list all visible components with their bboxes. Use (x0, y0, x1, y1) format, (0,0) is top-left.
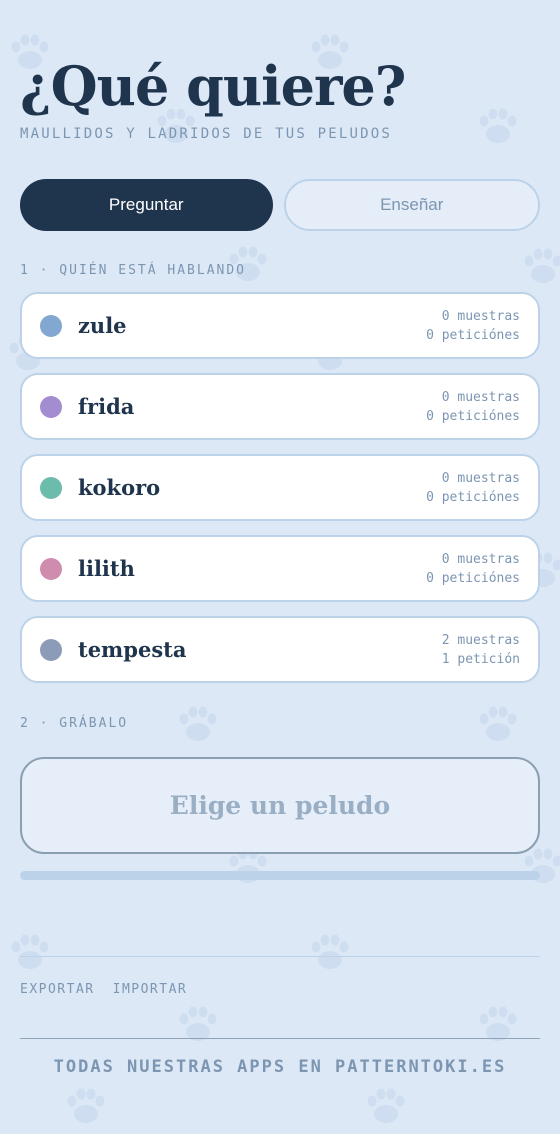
pet-list: zule 0 muestras 0 peticiónes frida 0 mue… (20, 292, 540, 683)
pet-name: zule (78, 313, 127, 338)
pet-requests: 0 peticiónes (426, 327, 520, 343)
pet-color-dot (40, 314, 62, 337)
page-subtitle: MAULLIDOS Y LADRIDOS DE TUS PELUDOS (20, 126, 393, 142)
pet-color-dot (40, 395, 62, 418)
section-label-who: 1 · QUIÉN ESTÁ HABLANDO (20, 263, 247, 278)
pet-stats: 0 muestras 0 peticiónes (426, 307, 520, 345)
pet-requests: 0 peticiónes (426, 489, 520, 505)
pet-stats: 0 muestras 0 peticiónes (426, 469, 520, 507)
paw-print-icon (67, 1088, 105, 1123)
page-title: ¿Qué quiere? (20, 54, 406, 118)
pet-item-tempesta[interactable]: tempesta 2 muestras 1 petición (20, 616, 540, 683)
pet-samples: 0 muestras (441, 389, 520, 405)
pet-name: frida (78, 394, 135, 419)
footer-apps-link[interactable]: TODAS NUESTRAS APPS EN PATTERNTOKI.ES (20, 1057, 540, 1077)
pet-item-lilith[interactable]: lilith 0 muestras 0 peticiónes (20, 535, 540, 602)
mode-tabs: Preguntar Enseñar (20, 179, 540, 231)
divider (20, 956, 540, 957)
pet-color-dot (40, 557, 62, 580)
record-button[interactable]: Elige un peludo (20, 757, 540, 854)
pet-samples: 2 muestras (441, 632, 520, 648)
pet-samples: 0 muestras (441, 551, 520, 567)
pet-name: tempesta (78, 637, 187, 662)
main-content: ¿Qué quiere? MAULLIDOS Y LADRIDOS DE TUS… (0, 0, 560, 1077)
pet-stats: 0 muestras 0 peticiónes (426, 388, 520, 426)
recording-progress-bar (20, 871, 540, 880)
import-link[interactable]: IMPORTAR (113, 982, 188, 997)
pet-requests: 1 petición (441, 651, 520, 667)
pet-stats: 0 muestras 0 peticiónes (426, 550, 520, 588)
export-link[interactable]: EXPORTAR (20, 982, 95, 997)
pet-name: lilith (78, 556, 135, 581)
tab-ensenar[interactable]: Enseñar (283, 179, 540, 231)
tab-preguntar[interactable]: Preguntar (20, 179, 273, 231)
pet-requests: 0 peticiónes (426, 570, 520, 586)
pet-requests: 0 peticiónes (426, 408, 520, 424)
paw-print-icon (367, 1088, 405, 1123)
pet-samples: 0 muestras (441, 470, 520, 486)
divider (20, 1038, 540, 1039)
data-links: EXPORTAR IMPORTAR (20, 982, 540, 997)
section-label-record: 2 · GRÁBALO (20, 716, 129, 731)
pet-name: kokoro (78, 475, 161, 500)
pet-color-dot (40, 476, 62, 499)
pet-item-zule[interactable]: zule 0 muestras 0 peticiónes (20, 292, 540, 359)
pet-samples: 0 muestras (441, 308, 520, 324)
pet-color-dot (40, 638, 62, 661)
pet-item-kokoro[interactable]: kokoro 0 muestras 0 peticiónes (20, 454, 540, 521)
pet-stats: 2 muestras 1 petición (442, 631, 520, 669)
pet-item-frida[interactable]: frida 0 muestras 0 peticiónes (20, 373, 540, 440)
